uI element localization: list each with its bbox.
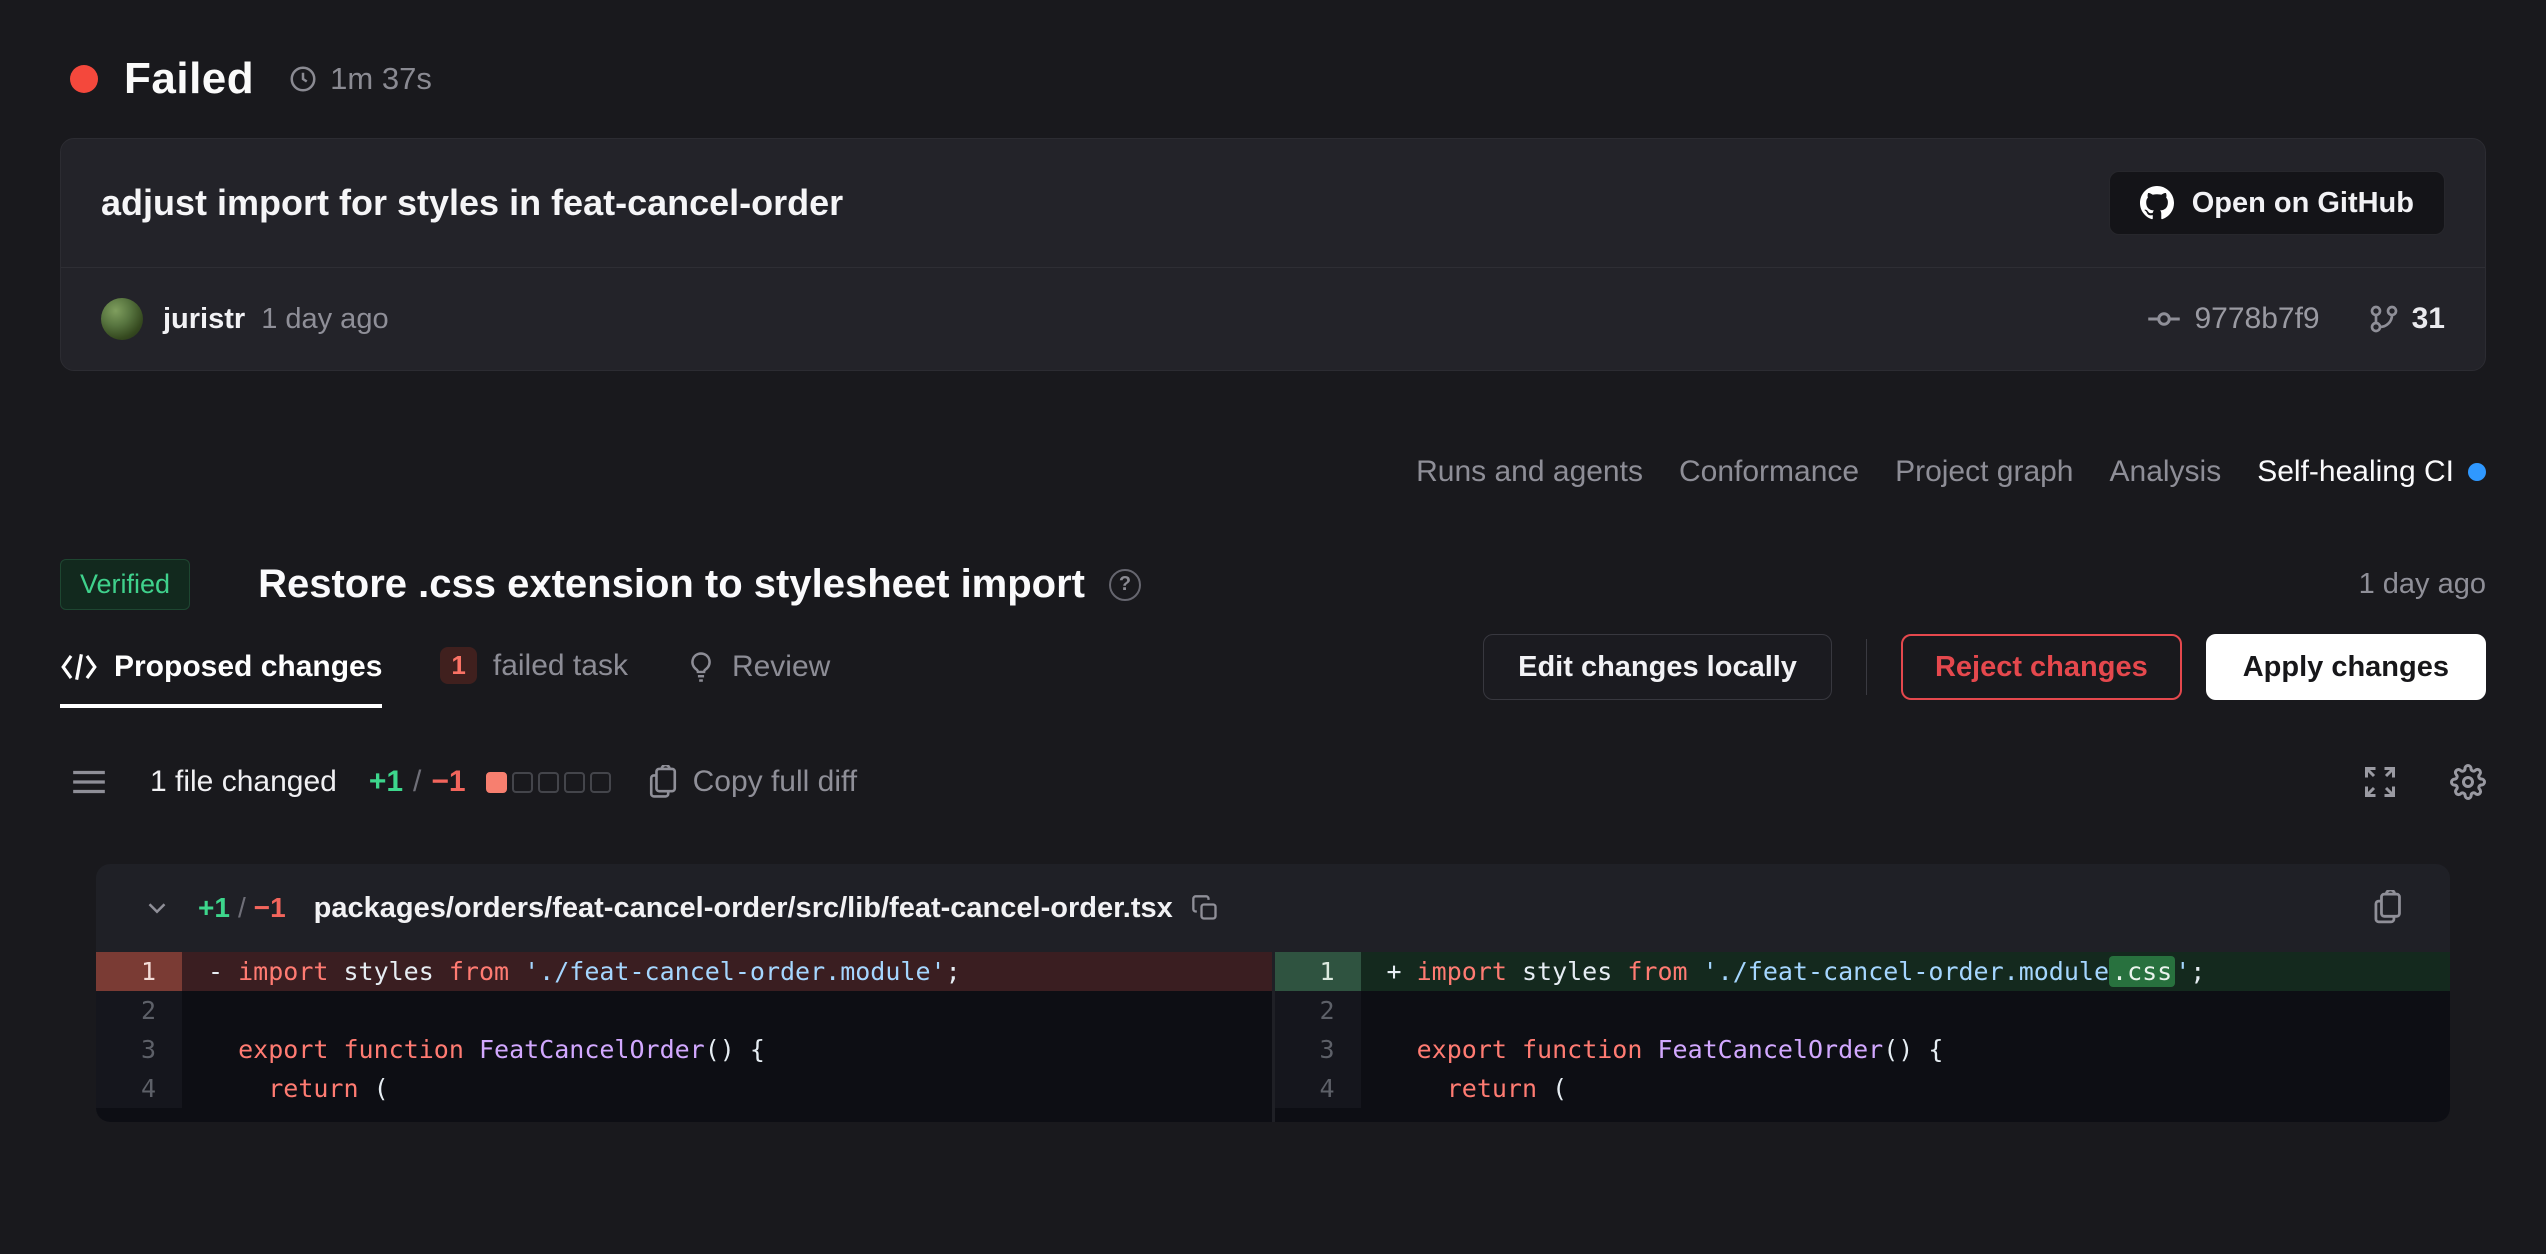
run-duration: 1m 37s [330, 61, 432, 97]
commit-card: adjust import for styles in feat-cancel-… [60, 138, 2486, 371]
fix-time-ago: 1 day ago [2359, 568, 2486, 601]
code-text: export function FeatCancelOrder() { [1361, 1030, 2451, 1069]
diff-pane-after: 1+ import styles from './feat-cancel-ord… [1275, 952, 2451, 1122]
run-status-row: Failed 1m 37s [70, 54, 2486, 104]
diff-line-right-1: 1+ import styles from './feat-cancel-ord… [1275, 952, 2451, 991]
deletions-count: −1 [431, 765, 465, 799]
line-number: 3 [96, 1030, 182, 1069]
run-status-label: Failed [124, 54, 254, 104]
copy-full-diff-button[interactable]: Copy full diff [647, 765, 858, 799]
line-number: 1 [1275, 952, 1361, 991]
commit-hash-item[interactable]: 9778b7f9 [2146, 301, 2319, 337]
line-number: 2 [96, 991, 182, 1030]
author-avatar [101, 298, 143, 340]
nav-item-label: Self-healing CI [2257, 455, 2454, 489]
edit-changes-locally-button[interactable]: Edit changes locally [1483, 634, 1832, 700]
diff-pane-before: 1- import styles from './feat-cancel-ord… [96, 952, 1272, 1122]
lightbulb-icon [686, 651, 716, 683]
commit-title: adjust import for styles in feat-cancel-… [101, 182, 843, 224]
code-icon [60, 652, 98, 682]
code-text [182, 991, 1272, 1030]
line-number: 2 [1275, 991, 1361, 1030]
code-text: + import styles from './feat-cancel-orde… [1361, 952, 2451, 991]
git-branch-icon [2368, 303, 2400, 335]
nav-item-conformance[interactable]: Conformance [1679, 455, 1859, 489]
tab-failed-task[interactable]: 1 failed task [440, 647, 628, 708]
diff-line-left-3: 3 export function FeatCancelOrder() { [96, 1030, 1272, 1069]
commit-time-ago: 1 day ago [261, 303, 388, 336]
diff-line-right-2: 2 [1275, 991, 2451, 1030]
diff-line-right-3: 3 export function FeatCancelOrder() { [1275, 1030, 2451, 1069]
fix-tabs-row: Proposed changes 1 failed task Review Ed… [60, 634, 2486, 708]
open-on-github-label: Open on GitHub [2192, 187, 2414, 220]
files-changed-label: 1 file changed [150, 765, 337, 799]
file-path: packages/orders/feat-cancel-order/src/li… [314, 892, 1173, 925]
commit-icon [2146, 301, 2182, 337]
expand-icon[interactable] [2362, 764, 2398, 800]
line-number: 4 [96, 1069, 182, 1108]
line-number: 4 [1275, 1069, 1361, 1108]
actions-divider [1866, 639, 1867, 695]
verified-badge: Verified [60, 559, 190, 610]
failed-count-badge: 1 [440, 647, 476, 684]
tab-review[interactable]: Review [686, 650, 830, 708]
code-text: return ( [182, 1069, 1272, 1108]
tab-proposed-changes-label: Proposed changes [114, 650, 382, 684]
copy-path-icon[interactable] [1191, 894, 1219, 922]
diff-line-left-2: 2 [96, 991, 1272, 1030]
reject-changes-button[interactable]: Reject changes [1901, 634, 2182, 700]
diff-line-left-1: 1- import styles from './feat-cancel-ord… [96, 952, 1272, 991]
help-icon[interactable]: ? [1109, 569, 1141, 601]
additions-count: +1 [369, 765, 403, 799]
open-on-github-button[interactable]: Open on GitHub [2109, 171, 2445, 235]
tab-proposed-changes[interactable]: Proposed changes [60, 650, 382, 708]
github-icon [2140, 186, 2174, 220]
clipboard-paste-icon[interactable] [2370, 890, 2404, 926]
branch-count: 31 [2412, 302, 2445, 336]
nav-item-analysis[interactable]: Analysis [2110, 455, 2222, 489]
tab-review-label: Review [732, 650, 830, 684]
chevron-down-icon[interactable] [142, 893, 172, 923]
branch-count-item[interactable]: 31 [2368, 302, 2445, 336]
code-text: return ( [1361, 1069, 2451, 1108]
self-healing-ci-page: Failed 1m 37s adjust import for styles i… [0, 0, 2546, 1254]
file-diff-card: +1 / −1 packages/orders/feat-cancel-orde… [96, 864, 2450, 1122]
nav-item-project-graph[interactable]: Project graph [1895, 455, 2073, 489]
fix-title: Restore .css extension to stylesheet imp… [258, 562, 1085, 607]
copy-full-diff-label: Copy full diff [693, 765, 858, 799]
author-name: juristr [163, 303, 245, 336]
code-text [1361, 991, 2451, 1030]
nav-item-runs-and-agents[interactable]: Runs and agents [1416, 455, 1643, 489]
apply-changes-button[interactable]: Apply changes [2206, 634, 2486, 700]
tab-failed-task-label: failed task [493, 649, 628, 683]
code-text: export function FeatCancelOrder() { [182, 1030, 1272, 1069]
file-diff-header: +1 / −1 packages/orders/feat-cancel-orde… [96, 864, 2450, 952]
diff-line-left-4: 4 return ( [96, 1069, 1272, 1108]
clock-icon [288, 64, 318, 94]
file-deletions: −1 [254, 892, 286, 924]
fix-heading-row: Verified Restore .css extension to style… [60, 559, 2486, 610]
clipboard-icon [647, 765, 679, 799]
line-number: 1 [96, 952, 182, 991]
notification-dot [2468, 463, 2486, 481]
diff-toolbar: 1 file changed +1 / −1 Copy full diff [70, 764, 2486, 800]
commit-hash: 9778b7f9 [2194, 302, 2319, 336]
diff-stat-squares [486, 772, 611, 793]
code-text: - import styles from './feat-cancel-orde… [182, 952, 1272, 991]
diff-split-view: 1- import styles from './feat-cancel-ord… [96, 952, 2450, 1122]
failed-status-dot [70, 65, 98, 93]
diff-line-right-4: 4 return ( [1275, 1069, 2451, 1108]
line-number: 3 [1275, 1030, 1361, 1069]
file-list-menu-icon[interactable] [70, 766, 108, 798]
file-additions: +1 [198, 892, 230, 924]
gear-icon[interactable] [2450, 764, 2486, 800]
nav-item-self-healing-ci[interactable]: Self-healing CI [2257, 455, 2486, 489]
workspace-nav: Runs and agents Conformance Project grap… [60, 455, 2486, 489]
